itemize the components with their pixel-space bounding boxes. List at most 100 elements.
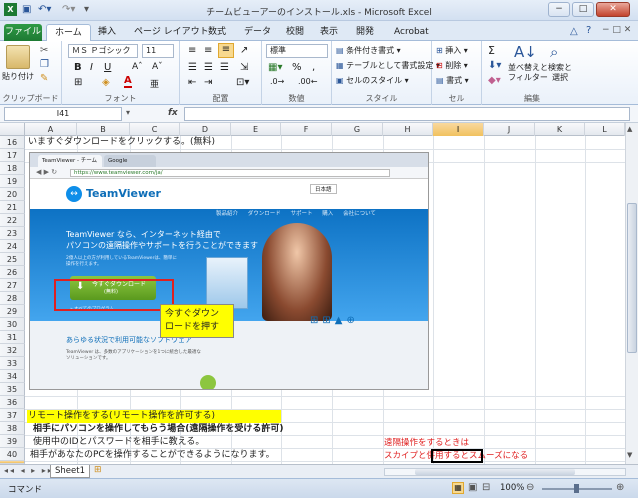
ribbon-minimize-icon[interactable]: △ xyxy=(570,26,578,37)
zoom-in-icon[interactable]: ⊕ xyxy=(616,482,624,493)
font-grow-icon[interactable]: Aˆ xyxy=(132,62,143,72)
cell-a39[interactable]: 相手にパソコンを操作してもらう場合(遠隔操作を受ける許可) xyxy=(33,423,284,436)
row-header[interactable]: 37 xyxy=(0,409,25,422)
font-name-select[interactable]: ＭＳ Ｐゴシック xyxy=(68,44,138,58)
wrap-text-icon[interactable]: ⇲ xyxy=(240,62,248,73)
orientation-icon[interactable]: ↗ xyxy=(240,45,248,56)
active-cell-i41[interactable] xyxy=(431,449,483,463)
scroll-up-icon[interactable]: ▲ xyxy=(627,125,632,133)
border-icon[interactable]: ⊞ xyxy=(74,77,82,88)
minimize-button[interactable]: − xyxy=(548,2,570,17)
bold-button[interactable]: B xyxy=(74,62,82,73)
column-header-j[interactable]: J xyxy=(484,123,535,136)
sheet-nav-icons[interactable]: ◂◂ ◂ ▸ ▸▸ xyxy=(4,466,54,475)
tab-home[interactable]: ホーム xyxy=(46,24,91,41)
row-header[interactable]: 30 xyxy=(0,318,25,331)
insert-cells-button[interactable]: ⊞ 挿入 ▾ xyxy=(436,45,468,56)
sort-filter-icon[interactable]: A↓ xyxy=(514,43,537,61)
tab-file[interactable]: ファイル xyxy=(4,24,42,41)
tab-acrobat[interactable]: Acrobat xyxy=(386,24,437,41)
row-header[interactable]: 16 xyxy=(0,136,25,149)
row-header[interactable]: 29 xyxy=(0,305,25,318)
delete-cells-button[interactable]: ⊟ 削除 ▾ xyxy=(436,60,468,71)
row-header[interactable]: 28 xyxy=(0,292,25,305)
cell-a40[interactable]: 使用中のIDとパスワードを相手に教える。 xyxy=(33,436,204,449)
clear-icon[interactable]: ◆▾ xyxy=(488,75,501,86)
increase-decimal-icon[interactable]: .0→ xyxy=(270,77,284,86)
zoom-level[interactable]: 100% xyxy=(500,483,524,493)
align-right-icon[interactable]: ☰ xyxy=(220,62,229,73)
row-header[interactable]: 33 xyxy=(0,357,25,370)
embedded-screenshot[interactable]: TeamViewer - チーム Google ◀ ▶ ↻ https://ww… xyxy=(29,152,429,390)
phonetic-icon[interactable]: 亜 xyxy=(150,77,159,90)
autosum-button[interactable]: Σ xyxy=(488,44,495,57)
row-header[interactable]: 22 xyxy=(0,214,25,227)
column-header-l[interactable]: L xyxy=(585,123,625,136)
merge-center-icon[interactable]: ⊡▾ xyxy=(236,77,249,88)
row-header[interactable]: 27 xyxy=(0,279,25,292)
cell-a38[interactable]: リモート操作をする(リモート操作を許可する) xyxy=(28,410,215,423)
align-left-icon[interactable]: ☰ xyxy=(188,62,197,73)
column-header-a[interactable]: A xyxy=(25,123,77,136)
align-center-icon[interactable]: ☰ xyxy=(204,62,213,73)
row-header[interactable]: 36 xyxy=(0,396,25,409)
comma-button[interactable]: , xyxy=(312,62,315,73)
row-header[interactable]: 40 xyxy=(0,448,25,461)
close-button[interactable]: ✕ xyxy=(596,2,630,17)
cut-icon[interactable]: ✂ xyxy=(40,45,48,56)
row-header[interactable]: 34 xyxy=(0,370,25,383)
number-format-select[interactable]: 標準 xyxy=(266,44,328,58)
scroll-down-icon[interactable]: ▼ xyxy=(627,451,632,459)
row-header[interactable]: 20 xyxy=(0,188,25,201)
sheet-tab-sheet1[interactable]: Sheet1 xyxy=(50,465,90,478)
row-header[interactable]: 39 xyxy=(0,435,25,448)
insert-function-icon[interactable]: fx xyxy=(168,108,178,118)
workbook-controls[interactable]: − □ ✕ xyxy=(602,25,631,35)
fill-color-icon[interactable]: ◈ xyxy=(102,77,110,88)
font-color-icon[interactable]: A xyxy=(124,76,132,88)
column-header-i[interactable]: I xyxy=(433,123,484,136)
column-header-f[interactable]: F xyxy=(281,123,332,136)
percent-button[interactable]: % xyxy=(292,62,302,73)
column-header-d[interactable]: D xyxy=(180,123,231,136)
column-header-c[interactable]: C xyxy=(130,123,180,136)
tab-view[interactable]: 表示 xyxy=(312,24,346,41)
insert-sheet-icon[interactable]: ⊞ xyxy=(94,465,102,475)
row-header[interactable]: 17 xyxy=(0,149,25,162)
cell-a16[interactable]: いますぐダウンロードをクリックする。(無料) xyxy=(28,136,215,149)
fill-icon[interactable]: ⬇▾ xyxy=(488,60,501,71)
row-header[interactable]: 38 xyxy=(0,422,25,435)
tab-developer[interactable]: 開発 xyxy=(348,24,382,41)
callout-note[interactable]: 今すぐダウン ロードを押す xyxy=(160,304,234,338)
font-size-select[interactable]: 11 xyxy=(142,44,174,58)
find-select-button[interactable]: 検索と 選択 xyxy=(548,63,572,83)
align-bottom-icon[interactable]: ≡ xyxy=(218,43,234,58)
name-box-dropdown-icon[interactable]: ▾ xyxy=(126,108,130,117)
align-middle-icon[interactable]: ≡ xyxy=(204,45,212,56)
format-cells-button[interactable]: ▤ 書式 ▾ xyxy=(436,75,469,86)
cell-a41[interactable]: 相手があなたのPCを操作することができるようになります。 xyxy=(30,449,275,462)
zoom-out-icon[interactable]: ⊖ xyxy=(526,482,534,493)
h-scroll-thumb[interactable] xyxy=(415,469,575,475)
find-select-icon[interactable]: ⌕ xyxy=(550,43,558,61)
tab-data[interactable]: データ xyxy=(236,24,279,41)
scroll-thumb[interactable] xyxy=(627,203,637,353)
paste-icon[interactable] xyxy=(6,45,30,69)
row-header[interactable]: 26 xyxy=(0,266,25,279)
column-header-h[interactable]: H xyxy=(383,123,433,136)
currency-icon[interactable]: ▦▾ xyxy=(268,62,282,73)
row-header[interactable]: 23 xyxy=(0,227,25,240)
page-layout-view-icon[interactable]: ▣ xyxy=(468,482,477,493)
format-painter-icon[interactable]: ✎ xyxy=(40,73,48,84)
column-header-b[interactable]: B xyxy=(77,123,130,136)
normal-view-icon[interactable]: ▦ xyxy=(452,482,464,494)
align-top-icon[interactable]: ≡ xyxy=(188,45,196,56)
decrease-decimal-icon[interactable]: .00← xyxy=(298,77,317,86)
name-box[interactable]: I41 xyxy=(4,107,122,121)
row-header[interactable]: 32 xyxy=(0,344,25,357)
increase-indent-icon[interactable]: ⇥ xyxy=(204,77,212,88)
row-header[interactable]: 35 xyxy=(0,383,25,396)
vertical-scrollbar[interactable]: ▲ ▼ xyxy=(625,123,638,464)
font-shrink-icon[interactable]: Aˇ xyxy=(152,62,163,72)
underline-button[interactable]: U xyxy=(104,62,111,73)
